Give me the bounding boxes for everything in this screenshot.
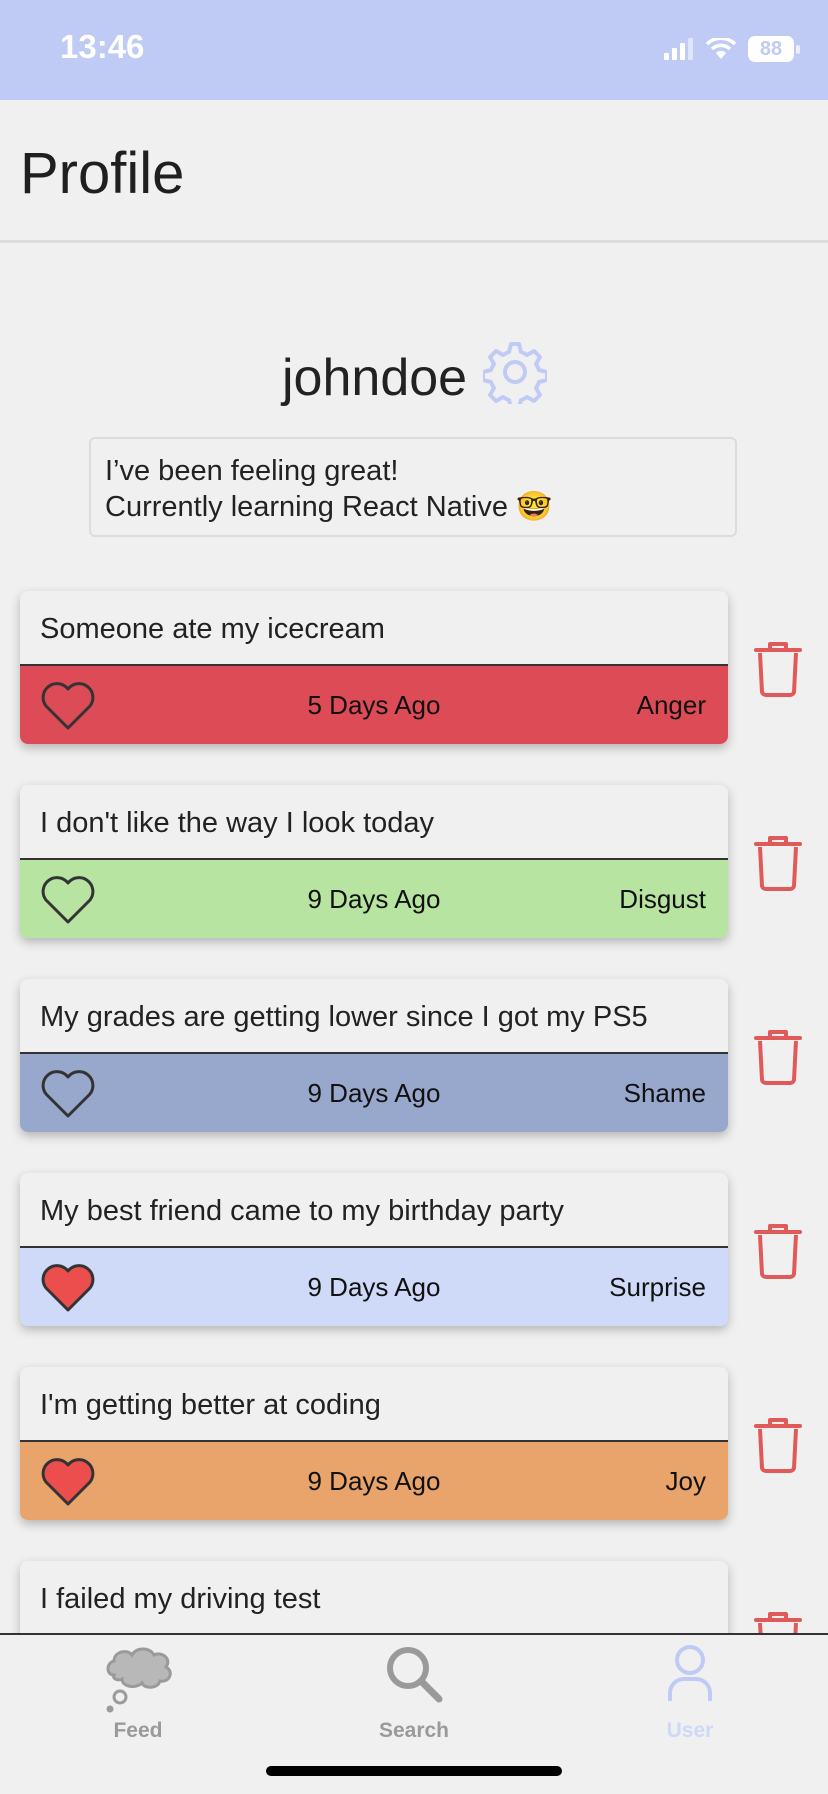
bio-line: Currently learning React Native 🤓 bbox=[105, 491, 553, 523]
tab-search[interactable]: Search bbox=[276, 1635, 552, 1755]
post-text: I'm getting better at coding bbox=[20, 1367, 728, 1442]
post-text: My best friend came to my birthday party bbox=[20, 1173, 728, 1248]
post-card[interactable]: Someone ate my icecream 5 Days Ago Anger bbox=[20, 591, 728, 744]
tab-feed[interactable]: Feed bbox=[0, 1635, 276, 1755]
search-icon bbox=[387, 1647, 443, 1703]
post-card[interactable]: My grades are getting lower since I got … bbox=[20, 979, 728, 1132]
status-icons: 88 bbox=[664, 34, 800, 64]
wifi-icon bbox=[706, 38, 736, 59]
trash-icon[interactable] bbox=[752, 1028, 804, 1086]
post-text: My grades are getting lower since I got … bbox=[20, 979, 728, 1054]
tab-user[interactable]: User bbox=[552, 1635, 828, 1755]
post-date: 9 Days Ago bbox=[307, 1078, 441, 1108]
battery-icon: 88 bbox=[748, 36, 800, 62]
tab-label: Search bbox=[378, 1719, 450, 1742]
thought-cloud-icon bbox=[106, 1647, 172, 1713]
post-footer: 9 Days Ago Surprise bbox=[20, 1248, 728, 1326]
bio-box: I’ve been feeling great! Currently learn… bbox=[89, 437, 737, 537]
trash-icon[interactable] bbox=[752, 640, 804, 698]
user-icon bbox=[668, 1645, 712, 1701]
profile-row: johndoe bbox=[0, 340, 828, 410]
post-emotion: Disgust bbox=[619, 884, 706, 914]
post-card[interactable]: I'm getting better at coding 9 Days Ago … bbox=[20, 1367, 728, 1520]
post-text: Someone ate my icecream bbox=[20, 591, 728, 666]
post-date: 9 Days Ago bbox=[307, 1466, 441, 1496]
username: johndoe bbox=[282, 349, 468, 407]
post-emotion: Anger bbox=[636, 690, 706, 720]
post-date: 5 Days Ago bbox=[307, 690, 441, 720]
trash-icon[interactable] bbox=[752, 1222, 804, 1280]
post-footer: 9 Days Ago Shame bbox=[20, 1054, 728, 1132]
post-emotion: Joy bbox=[665, 1466, 706, 1496]
trash-icon[interactable] bbox=[752, 1416, 804, 1474]
post-footer: 5 Days Ago Anger bbox=[20, 666, 728, 744]
header: Profile bbox=[0, 100, 828, 243]
status-bar: 13:46 88 bbox=[0, 0, 828, 100]
post-footer: 9 Days Ago Disgust bbox=[20, 860, 728, 938]
status-time: 13:46 bbox=[60, 28, 145, 65]
post-card[interactable]: I don't like the way I look today 9 Days… bbox=[20, 785, 728, 938]
signal-icon bbox=[664, 38, 693, 60]
bio-line: I’ve been feeling great! bbox=[105, 455, 399, 487]
post-emotion: Shame bbox=[623, 1078, 706, 1108]
trash-icon[interactable] bbox=[752, 834, 804, 892]
post-text: I failed my driving test bbox=[20, 1561, 728, 1636]
post-emotion: Surprise bbox=[609, 1272, 706, 1302]
post-footer: 9 Days Ago Joy bbox=[20, 1442, 728, 1520]
tab-label: Feed bbox=[113, 1719, 163, 1742]
post-card[interactable]: My best friend came to my birthday party… bbox=[20, 1173, 728, 1326]
page-title: Profile bbox=[20, 141, 185, 206]
post-text: I don't like the way I look today bbox=[20, 785, 728, 860]
gear-icon[interactable] bbox=[483, 340, 547, 404]
home-indicator bbox=[266, 1766, 562, 1776]
tab-label: User bbox=[666, 1719, 714, 1742]
